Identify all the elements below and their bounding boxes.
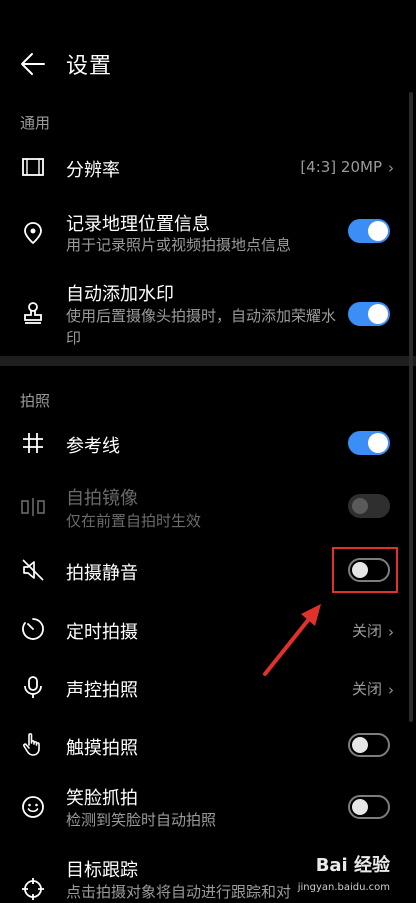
timer-value[interactable]: 关闭 › bbox=[352, 620, 394, 641]
resolution-label: 分辨率 bbox=[66, 160, 120, 181]
mute-label: 拍摄静音 bbox=[66, 563, 138, 584]
selfie-mirror-toggle bbox=[348, 494, 390, 518]
chevron-right-icon: › bbox=[388, 681, 394, 699]
highlight-box bbox=[332, 547, 398, 593]
grid-hash-icon bbox=[23, 433, 43, 453]
app-header: 设置 bbox=[0, 36, 416, 92]
watermark-brand: Bai 经验 bbox=[315, 855, 390, 876]
annotation-arrow-icon bbox=[263, 604, 321, 676]
location-label: 记录地理位置信息 bbox=[66, 214, 210, 235]
target-crosshair-icon bbox=[22, 878, 44, 900]
setting-gridlines: 参考线 bbox=[0, 424, 416, 462]
chevron-right-icon: › bbox=[388, 159, 394, 177]
timer-label: 定时拍摄 bbox=[66, 622, 138, 643]
tracking-label: 目标跟踪 bbox=[66, 860, 138, 881]
watermark-label: 自动添加水印 bbox=[66, 284, 174, 305]
tracking-desc: 点击拍摄对象将自动进行跟踪和对 bbox=[66, 883, 292, 901]
setting-resolution[interactable]: 分辨率 [4:3] 20MP › bbox=[0, 148, 416, 186]
gridlines-label: 参考线 bbox=[66, 436, 120, 457]
toggle-knob bbox=[368, 433, 388, 453]
hand-tap-icon bbox=[23, 733, 40, 756]
voice-value[interactable]: 关闭 › bbox=[352, 678, 394, 699]
voice-value-text: 关闭 bbox=[351, 680, 382, 698]
mirror-icon bbox=[21, 498, 45, 516]
setting-voice[interactable]: 声控拍照 关闭 › bbox=[0, 668, 416, 706]
setting-watermark: 自动添加水印 使用后置摄像头拍摄时，自动添加荣耀水印 bbox=[0, 280, 416, 352]
toggle-knob bbox=[368, 304, 388, 324]
section-header-photo: 拍照 bbox=[20, 392, 51, 410]
setting-smile: 笑脸抓拍 检测到笑脸时自动拍照 bbox=[0, 784, 416, 836]
setting-timer[interactable]: 定时拍摄 关闭 › bbox=[0, 610, 416, 648]
scrollbar[interactable] bbox=[409, 92, 413, 722]
setting-touch: 触摸拍照 bbox=[0, 726, 416, 764]
touch-toggle[interactable] bbox=[348, 733, 390, 757]
watermark-toggle[interactable] bbox=[348, 302, 390, 326]
microphone-icon bbox=[24, 676, 42, 698]
setting-location: 记录地理位置信息 用于记录照片或视频拍摄地点信息 bbox=[0, 208, 416, 264]
watermark-desc: 使用后置摄像头拍摄时，自动添加荣耀水印 bbox=[66, 307, 337, 347]
film-frame-icon bbox=[22, 158, 44, 176]
toggle-knob bbox=[352, 498, 368, 514]
toggle-knob bbox=[368, 221, 388, 241]
toggle-knob bbox=[352, 799, 368, 815]
section-divider bbox=[0, 356, 416, 366]
chevron-right-icon: › bbox=[388, 623, 394, 641]
touch-label: 触摸拍照 bbox=[66, 738, 138, 759]
smile-face-icon bbox=[22, 796, 44, 818]
page-title: 设置 bbox=[66, 54, 113, 79]
section-header-general: 通用 bbox=[20, 114, 51, 132]
location-pin-icon bbox=[24, 222, 42, 245]
selfie-mirror-desc: 仅在前置自拍时生效 bbox=[66, 512, 202, 530]
timer-value-text: 关闭 bbox=[351, 622, 382, 640]
smile-toggle[interactable] bbox=[348, 795, 390, 819]
toggle-knob bbox=[352, 737, 368, 753]
location-desc: 用于记录照片或视频拍摄地点信息 bbox=[66, 236, 292, 254]
voice-label: 声控拍照 bbox=[66, 680, 138, 701]
location-toggle[interactable] bbox=[348, 219, 390, 243]
stamp-icon bbox=[24, 302, 42, 324]
selfie-mirror-label: 自拍镜像 bbox=[66, 488, 138, 509]
resolution-value[interactable]: [4:3] 20MP › bbox=[300, 158, 394, 177]
timer-icon bbox=[22, 618, 44, 640]
gridlines-toggle[interactable] bbox=[348, 431, 390, 455]
setting-selfie-mirror: 自拍镜像 仅在前置自拍时生效 bbox=[0, 482, 416, 534]
smile-desc: 检测到笑脸时自动拍照 bbox=[66, 811, 217, 829]
resolution-value-text: [4:3] 20MP bbox=[300, 158, 382, 176]
watermark-url: jingyan.baidu.com bbox=[297, 882, 390, 893]
smile-label: 笑脸抓拍 bbox=[66, 788, 138, 809]
back-arrow-icon[interactable] bbox=[18, 50, 46, 78]
speaker-mute-icon bbox=[22, 559, 44, 581]
